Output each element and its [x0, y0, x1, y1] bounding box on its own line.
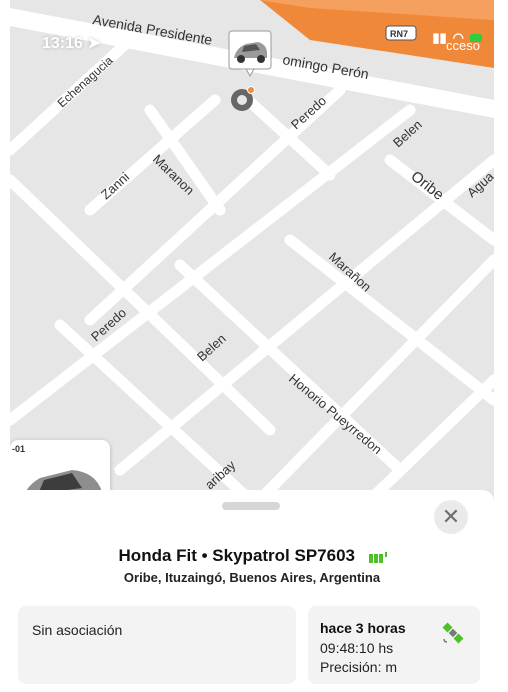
battery-status-icon	[470, 34, 482, 42]
vehicle-address: Oribe, Ituzaingó, Buenos Aires, Argentin…	[123, 570, 381, 585]
wifi-icon: ◠	[452, 30, 464, 45]
vehicle-title-row: Honda Fit • Skypatrol SP7603	[10, 546, 494, 566]
precision-label: Precisión: m	[320, 659, 398, 675]
last-seen-label: hace 3 horas	[320, 620, 406, 636]
report-time: 09:48:10 hs	[320, 640, 394, 656]
vehicle-detail-sheet: ✕ Honda Fit • Skypatrol SP7603 Oribe, It…	[10, 490, 494, 692]
satellite-icon	[442, 622, 464, 644]
sheet-drag-handle[interactable]	[222, 502, 280, 510]
close-icon: ✕	[441, 504, 461, 529]
battery-icon	[367, 550, 388, 564]
last-report-card[interactable]: hace 3 horas 09:48:10 hs Precisión: m	[308, 606, 480, 684]
location-arrow-icon: ➤	[87, 35, 101, 52]
status-icons: ▮▮ ◠	[432, 30, 482, 46]
vehicle-pin[interactable]	[228, 30, 272, 78]
association-label: Sin asociación	[32, 622, 123, 638]
status-time: 13:16 ➤	[42, 35, 101, 52]
app-frame: Avenida Presidente omingo Perón Echenagu…	[10, 0, 494, 692]
signal-icon: ▮▮	[432, 30, 447, 45]
association-card[interactable]: Sin asociación	[18, 606, 296, 684]
close-button[interactable]: ✕	[434, 500, 468, 534]
road-rn7: RN7	[390, 29, 408, 39]
thumbnail-label: -01	[12, 444, 26, 454]
vehicle-title: Honda Fit • Skypatrol SP7603	[118, 546, 355, 565]
